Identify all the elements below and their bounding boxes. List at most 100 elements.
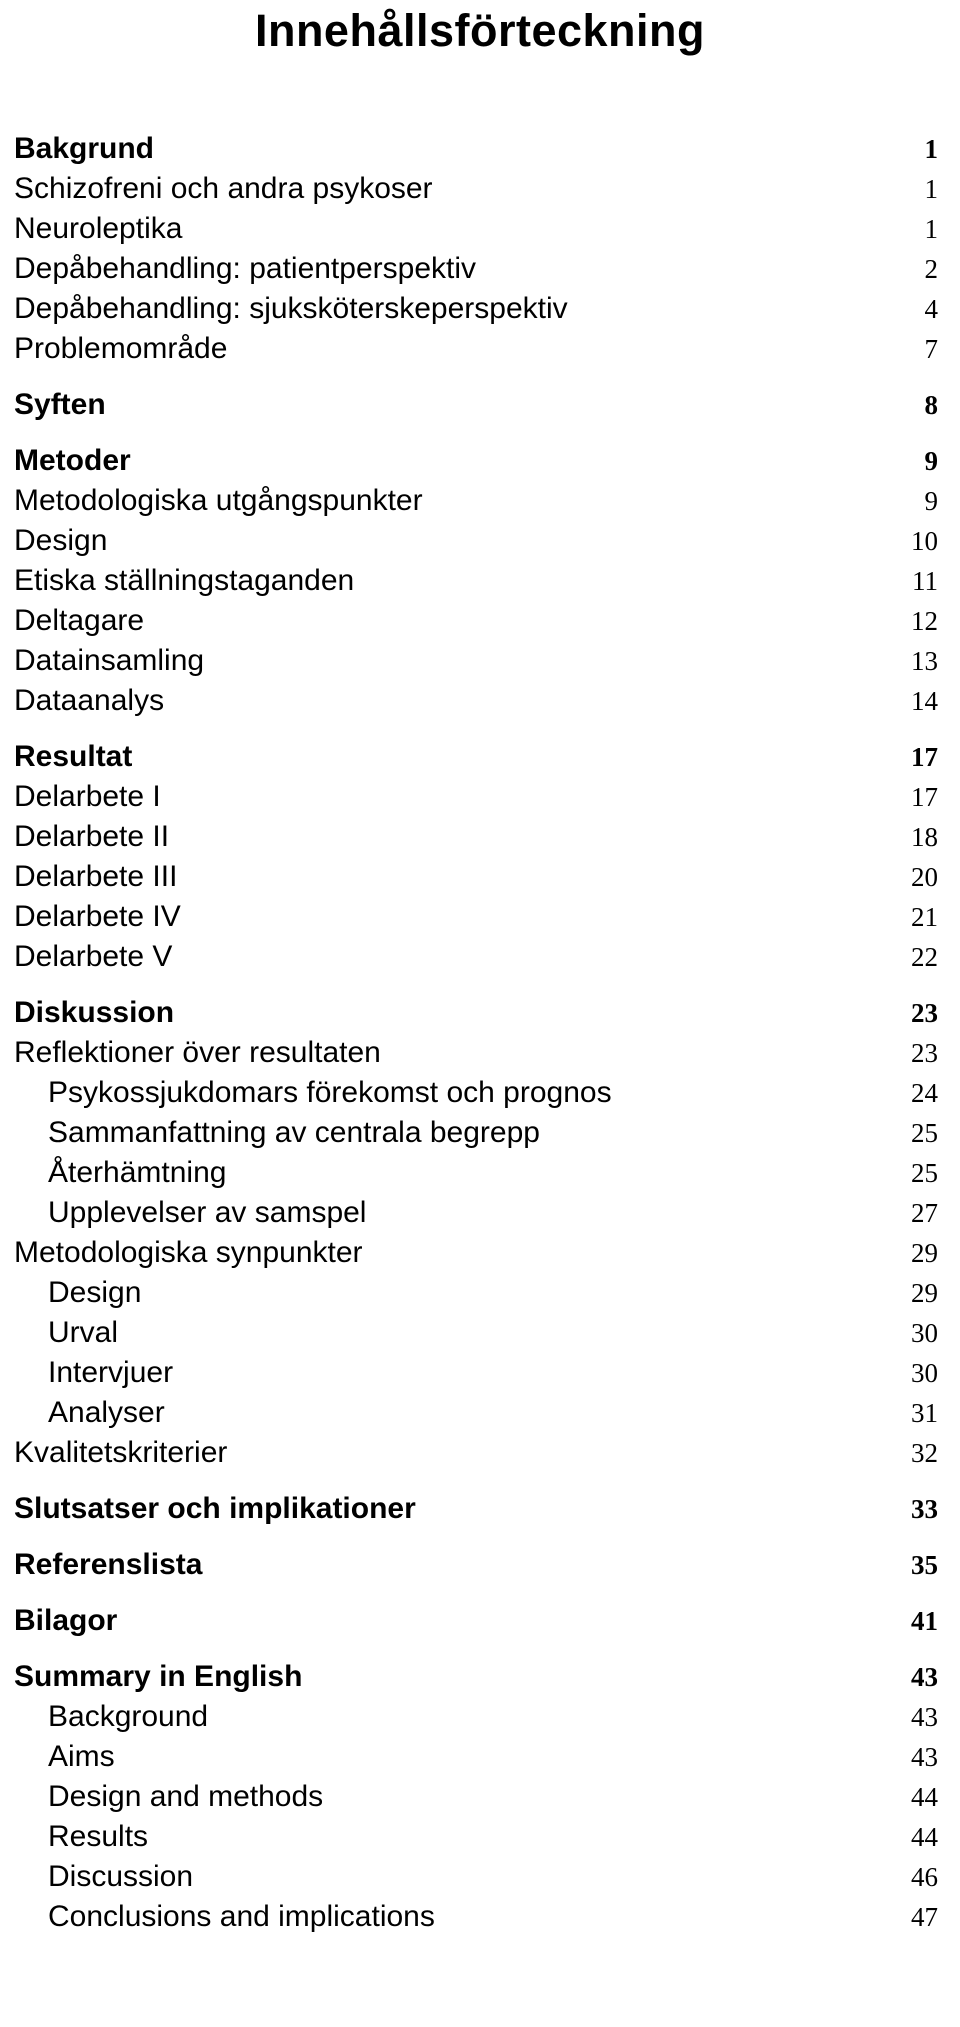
toc-entry[interactable]: Metodologiska synpunkter 29 <box>14 1237 938 1268</box>
toc-entry-page-number: 1 <box>924 213 939 244</box>
toc-entry-label: Schizofreni och andra psykoser <box>14 171 433 205</box>
toc-entry-label: Depåbehandling: patientperspektiv <box>14 251 476 285</box>
toc-entry-label: Syften <box>14 387 106 421</box>
toc-entry[interactable]: Neuroleptika 1 <box>14 211 939 245</box>
toc-entry-page-number: 7 <box>924 333 939 364</box>
toc-entry-page-number: 9 <box>924 485 939 516</box>
toc-entry-page-number: 47 <box>911 1901 938 1932</box>
toc-entry[interactable]: Design and methods 44 <box>14 1781 938 1812</box>
toc-entry[interactable]: Metodologiska utgångspunkter 9 <box>14 485 939 516</box>
toc-entry-label: Slutsatser och implikationer <box>14 1491 416 1525</box>
toc-entry-page-number: 25 <box>911 1117 938 1148</box>
toc-entry[interactable]: Datainsamling 13 <box>14 645 938 676</box>
toc-entry[interactable]: Resultat 17 <box>14 741 938 772</box>
toc-entry-page-number: 33 <box>911 1493 938 1524</box>
toc-entry-page-number: 27 <box>911 1197 938 1228</box>
toc-entry-page-number: 24 <box>911 1077 938 1108</box>
toc-entry-label: Design <box>14 523 108 557</box>
toc-entry-label: Återhämtning <box>48 1155 227 1189</box>
toc-entry[interactable]: Psykossjukdomars förekomst och prognos 24 <box>14 1075 938 1109</box>
toc-entry[interactable]: Kvalitetskriterier 32 <box>14 1437 938 1468</box>
toc-entry-page-number: 31 <box>911 1397 938 1428</box>
toc-entry-page-number: 9 <box>924 445 939 476</box>
toc-entry[interactable]: Conclusions and implications 47 <box>14 1901 938 1932</box>
toc-entry-page-number: 29 <box>911 1237 938 1268</box>
toc-entry[interactable]: Syften 8 <box>14 387 939 421</box>
toc-entry[interactable]: Results 44 <box>14 1819 938 1853</box>
document-page: Innehållsförteckning Bakgrund 1 Schizofren… <box>0 0 960 2027</box>
toc-entry-label: Summary in English <box>14 1659 303 1693</box>
toc-entry[interactable]: Delarbete V 22 <box>14 941 938 972</box>
toc-entry-page-number: 29 <box>911 1277 938 1308</box>
toc-entry[interactable]: Sammanfattning av centrala begrepp 25 <box>14 1115 938 1149</box>
toc-entry[interactable]: Bilagor 41 <box>14 1603 938 1637</box>
toc-entry-label: Problemområde <box>14 331 228 365</box>
toc-entry-label: Depåbehandling: sjuksköterskeperspektiv <box>14 291 568 325</box>
toc-entry[interactable]: Problemområde 7 <box>14 331 939 365</box>
toc-entry-label: Dataanalys <box>14 683 165 717</box>
toc-entry[interactable]: Discussion 46 <box>14 1861 938 1892</box>
toc-entry-page-number: 43 <box>911 1701 938 1732</box>
toc-entry[interactable]: Urval 30 <box>14 1315 938 1349</box>
toc-entry[interactable]: Delarbete I 17 <box>14 779 938 813</box>
page-title: Innehållsförteckning <box>254 5 706 56</box>
toc-entry[interactable]: Diskussion 23 <box>14 997 938 1028</box>
toc-entry-page-number: 11 <box>912 565 938 596</box>
toc-entry-label: Delarbete I <box>14 779 161 813</box>
toc-entry-page-number: 17 <box>911 781 938 812</box>
toc-entry-page-number: 14 <box>911 685 938 716</box>
toc-spacer <box>14 1590 938 1606</box>
toc-entry[interactable]: Schizofreni och andra psykoser 1 <box>14 171 938 205</box>
toc-entry-page-number: 4 <box>924 293 939 324</box>
toc-entry-label: Bilagor <box>14 1603 118 1637</box>
toc-entry[interactable]: Upplevelser av samspel 27 <box>14 1197 938 1228</box>
toc-entry-label: Etiska ställningstaganden <box>14 563 355 597</box>
toc-entry[interactable]: Återhämtning 25 <box>14 1155 938 1189</box>
toc-entry-page-number: 41 <box>911 1605 938 1636</box>
toc-entry[interactable]: Delarbete II 18 <box>14 821 938 852</box>
toc-entry[interactable]: Depåbehandling: patientperspektiv 2 <box>14 251 939 285</box>
toc-entry[interactable]: Slutsatser och implikationer 33 <box>14 1491 938 1525</box>
toc-entry-label: Results <box>48 1819 149 1853</box>
toc-entry-page-number: 21 <box>911 901 938 932</box>
toc-entry-label: Psykossjukdomars förekomst och prognos <box>48 1075 612 1109</box>
toc-entry-label: Urval <box>48 1315 119 1349</box>
toc-entry[interactable]: Summary in English 43 <box>14 1659 938 1693</box>
toc-entry-label: Neuroleptika <box>14 211 183 245</box>
toc-entry-page-number: 23 <box>911 1037 938 1068</box>
toc-entry-page-number: 22 <box>911 941 938 972</box>
toc-entry-page-number: 25 <box>911 1157 938 1188</box>
toc-entry-label: Intervjuer <box>48 1355 174 1389</box>
toc-entry[interactable]: Referenslista 35 <box>14 1547 938 1581</box>
toc-entry-page-number: 1 <box>924 133 939 164</box>
toc-entry[interactable]: Background 43 <box>14 1701 938 1732</box>
toc-entry[interactable]: Intervjuer 30 <box>14 1355 938 1389</box>
toc-entry-label: Metoder <box>14 443 131 477</box>
toc-entry-label: Deltagare <box>14 603 145 637</box>
toc-entry[interactable]: Depåbehandling: sjuksköterskeperspektiv 4 <box>14 291 939 325</box>
toc-entry-page-number: 23 <box>911 997 938 1028</box>
toc-entry[interactable]: Delarbete III 20 <box>14 861 938 892</box>
toc-entry[interactable]: Bakgrund 1 <box>14 133 939 164</box>
toc-entry-page-number: 8 <box>924 389 939 420</box>
toc-spacer <box>14 726 938 742</box>
toc-entry[interactable]: Design 10 <box>14 523 938 557</box>
toc-entry-page-number: 32 <box>911 1437 938 1468</box>
toc-entry[interactable]: Aims 43 <box>14 1741 938 1772</box>
toc-entry[interactable]: Analyser 31 <box>14 1395 938 1429</box>
toc-entry-page-number: 18 <box>911 821 938 852</box>
toc-entry-label: Referenslista <box>14 1547 203 1581</box>
toc-entry[interactable]: Deltagare 12 <box>14 603 938 637</box>
toc-entry[interactable]: Reflektioner över resultaten 23 <box>14 1037 938 1068</box>
toc-entry-label: Sammanfattning av centrala begrepp <box>48 1115 540 1149</box>
toc-entry[interactable]: Metoder 9 <box>14 443 939 477</box>
toc-entry-label: Analyser <box>48 1395 165 1429</box>
toc-entry-page-number: 2 <box>924 253 939 284</box>
toc-entry-page-number: 17 <box>911 741 938 772</box>
toc-entry-page-number: 13 <box>911 645 938 676</box>
toc-entry[interactable]: Etiska ställningstaganden 11 <box>14 563 938 597</box>
toc-entry-page-number: 12 <box>911 605 938 636</box>
toc-entry[interactable]: Dataanalys 14 <box>14 683 938 717</box>
toc-entry[interactable]: Design 29 <box>14 1277 938 1308</box>
toc-entry[interactable]: Delarbete IV 21 <box>14 901 938 932</box>
